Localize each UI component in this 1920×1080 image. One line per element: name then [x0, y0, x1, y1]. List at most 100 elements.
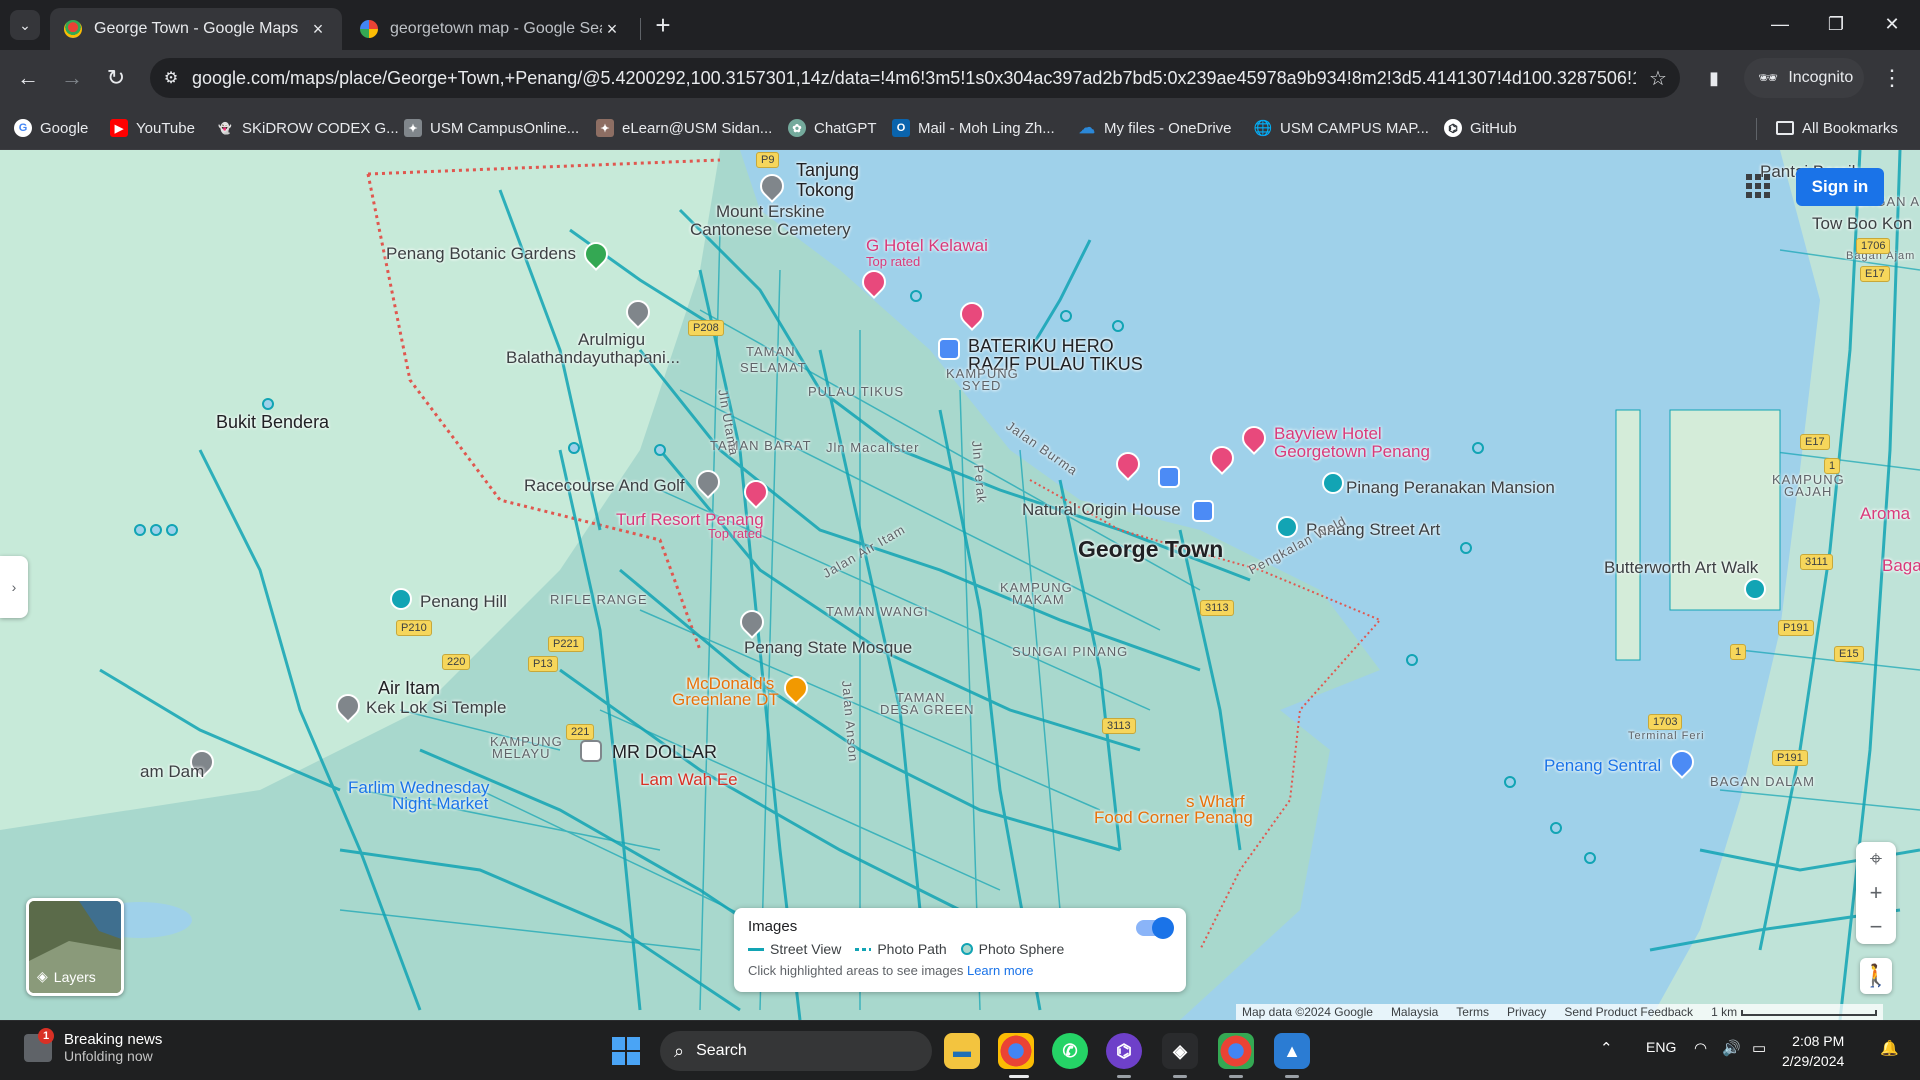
- label-top-rated: Top rated: [708, 526, 763, 541]
- file-explorer-icon[interactable]: ▬: [944, 1033, 980, 1069]
- road-badge: 3111: [1800, 554, 1833, 570]
- label-mcdonalds-2[interactable]: Greenlane DT: [672, 690, 779, 710]
- zoom-in-button[interactable]: +: [1856, 876, 1896, 910]
- start-button[interactable]: [612, 1037, 640, 1065]
- address-bar[interactable]: ⚙ google.com/maps/place/George+Town,+Pen…: [150, 58, 1680, 98]
- incognito-indicator[interactable]: 🕶 Incognito: [1744, 58, 1864, 98]
- camera-pin-icon[interactable]: [1276, 516, 1298, 538]
- whatsapp-icon[interactable]: ✆: [1052, 1033, 1088, 1069]
- terms-link[interactable]: Terms: [1456, 1005, 1489, 1019]
- arrow-right-icon: →: [61, 65, 83, 90]
- google-icon: G: [14, 119, 32, 137]
- images-toggle[interactable]: [1136, 917, 1174, 939]
- bookmark-chatgpt[interactable]: ✿ ChatGPT: [788, 116, 877, 140]
- volume-icon[interactable]: 🔊: [1722, 1039, 1741, 1057]
- road-badge: P13: [528, 656, 558, 672]
- taskbar-search[interactable]: ⌕ Search: [660, 1031, 932, 1071]
- chrome-icon[interactable]: [998, 1033, 1034, 1069]
- layers-button[interactable]: ◈ Layers: [26, 898, 124, 996]
- tray-overflow-icon[interactable]: ⌃: [1600, 1039, 1613, 1057]
- my-location-button[interactable]: ⌖: [1856, 842, 1896, 876]
- notifications-icon[interactable]: 🔔: [1880, 1039, 1899, 1057]
- store-pin-icon[interactable]: [580, 740, 602, 762]
- minimize-button[interactable]: —: [1752, 0, 1808, 48]
- language-indicator[interactable]: ENG: [1646, 1039, 1676, 1055]
- bookmark-onedrive[interactable]: ☁ My files - OneDrive: [1078, 116, 1232, 140]
- close-icon[interactable]: ×: [602, 19, 622, 40]
- close-icon[interactable]: ×: [308, 19, 328, 40]
- label-kek-lok-si: Kek Lok Si Temple: [366, 698, 507, 717]
- label-penang-sentral[interactable]: Penang Sentral: [1544, 756, 1661, 776]
- label-aroma[interactable]: Aroma: [1860, 504, 1910, 524]
- label-lam-wah-ee[interactable]: Lam Wah Ee: [640, 770, 738, 790]
- map-canvas[interactable]: Tanjung Tokong Mount Erskine Cantonese C…: [0, 150, 1920, 1020]
- bookmark-mail[interactable]: O Mail - Moh Ling Zh...: [892, 116, 1055, 140]
- site-info-icon[interactable]: ⚙: [150, 68, 192, 88]
- legend-label: Photo Sphere: [978, 941, 1065, 957]
- learn-more-link[interactable]: Learn more: [967, 963, 1033, 978]
- shop-pin-icon[interactable]: [938, 338, 960, 360]
- bookmark-usm-campus-map[interactable]: 🌐 USM CAMPUS MAP...: [1254, 116, 1429, 140]
- forward-button[interactable]: →: [56, 62, 88, 94]
- menu-button[interactable]: ⋮: [1876, 62, 1908, 94]
- tab-search-button[interactable]: ⌄: [10, 10, 40, 40]
- time-text: 2:08 PM: [1792, 1033, 1845, 1049]
- pegman-button[interactable]: 🚶: [1860, 958, 1892, 994]
- shop-pin-icon[interactable]: [1192, 500, 1214, 522]
- news-badge: 1: [38, 1027, 54, 1044]
- side-panel-button[interactable]: ▮: [1698, 62, 1730, 94]
- clock[interactable]: 2:08 PM 2/29/2024: [1782, 1031, 1844, 1071]
- ghost-icon: 👻: [218, 122, 232, 135]
- label-farlim-2[interactable]: Night Market: [392, 794, 488, 814]
- images-panel: Images Street View Photo Path Photo Sphe…: [734, 908, 1186, 992]
- news-widget[interactable]: 1 Breaking news Unfolding now: [24, 1027, 162, 1064]
- restore-button[interactable]: ❐: [1808, 0, 1864, 48]
- tab-google-maps[interactable]: George Town - Google Maps ×: [50, 8, 342, 50]
- shop-pin-icon[interactable]: [1158, 466, 1180, 488]
- close-window-button[interactable]: ✕: [1864, 0, 1920, 48]
- bookmark-google[interactable]: G Google: [14, 116, 88, 140]
- battery-icon[interactable]: ▭: [1752, 1039, 1766, 1057]
- crest-icon: ✦: [404, 119, 422, 137]
- bookmark-skidrow[interactable]: 👻 SKiDROW CODEX G...: [216, 116, 399, 140]
- label-bayview-2[interactable]: Georgetown Penang: [1274, 442, 1430, 462]
- label-bayview-1[interactable]: Bayview Hotel: [1274, 424, 1382, 444]
- country-link[interactable]: Malaysia: [1391, 1005, 1438, 1019]
- label-wharf-2[interactable]: Food Corner Penang: [1094, 808, 1253, 828]
- new-tab-button[interactable]: +: [648, 10, 678, 40]
- camera-pin-icon[interactable]: [1322, 472, 1344, 494]
- bookmark-youtube[interactable]: ▶ YouTube: [110, 116, 195, 140]
- bookmark-star-icon[interactable]: ☆: [1636, 66, 1680, 91]
- camera-pin-icon[interactable]: [1744, 578, 1766, 600]
- google-apps-icon[interactable]: [1746, 174, 1770, 198]
- expand-side-panel-button[interactable]: ›: [0, 556, 28, 618]
- bookmark-elearn[interactable]: ✦ eLearn@USM Sidan...: [596, 116, 772, 140]
- legend-label: Street View: [770, 941, 842, 957]
- unity-icon[interactable]: ◈: [1162, 1033, 1198, 1069]
- photos-icon[interactable]: ▲: [1274, 1033, 1310, 1069]
- all-bookmarks[interactable]: All Bookmarks: [1776, 116, 1898, 140]
- chrome-profile-icon[interactable]: [1218, 1033, 1254, 1069]
- label-butterworth: Butterworth Art Walk: [1604, 558, 1759, 577]
- layers-label-wrap: ◈ Layers: [37, 968, 96, 985]
- url-text[interactable]: google.com/maps/place/George+Town,+Penan…: [192, 68, 1636, 89]
- back-button[interactable]: ←: [12, 62, 44, 94]
- bookmark-github[interactable]: ⌬ GitHub: [1444, 116, 1517, 140]
- sign-in-button[interactable]: Sign in: [1796, 168, 1884, 206]
- tab-google-search[interactable]: georgetown map - Google Sear ×: [346, 8, 636, 50]
- date-text: 2/29/2024: [1782, 1053, 1845, 1069]
- scale-indicator[interactable]: 1 km: [1711, 1005, 1878, 1019]
- bookmark-label: YouTube: [136, 119, 195, 137]
- label-g-hotel[interactable]: G Hotel Kelawai: [866, 236, 988, 256]
- reload-button[interactable]: ↻: [100, 62, 132, 94]
- zoom-out-button[interactable]: −: [1856, 910, 1896, 944]
- label-george-town[interactable]: George Town: [1078, 536, 1223, 563]
- label-tow-boo-kong: Tow Boo Kon: [1812, 214, 1913, 233]
- bookmark-usm-campusonline[interactable]: ✦ USM CampusOnline...: [404, 116, 579, 140]
- label-baga[interactable]: Baga: [1882, 556, 1920, 576]
- wifi-icon[interactable]: ◠: [1694, 1039, 1707, 1057]
- feedback-link[interactable]: Send Product Feedback: [1564, 1005, 1693, 1019]
- privacy-link[interactable]: Privacy: [1507, 1005, 1546, 1019]
- camera-pin-icon[interactable]: [390, 588, 412, 610]
- github-desktop-icon[interactable]: ⌬: [1106, 1033, 1142, 1069]
